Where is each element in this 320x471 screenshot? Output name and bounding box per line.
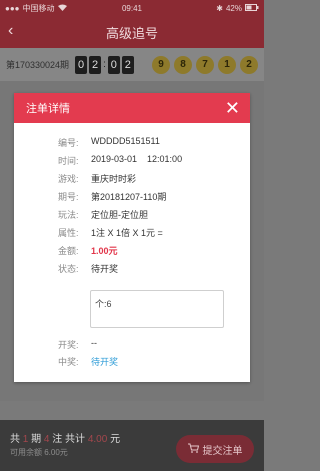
field-label: 状态: (58, 264, 79, 274)
field-attribute: 属性: 1注 X 1倍 X 1元 = (14, 223, 250, 241)
field-label: 期号: (58, 192, 79, 202)
field-value: 1.00元 (91, 246, 118, 256)
number-ball: 2 (240, 55, 258, 74)
detail-fields: 编号: WDDDD5151511 时间: 2019-03-01 12:01:00… (14, 133, 250, 277)
summary-bets: 4 (43, 434, 50, 445)
winning-numbers: 9 8 7 1 2 (152, 55, 258, 74)
number-ball: 8 (174, 55, 192, 74)
field-label: 游戏: (58, 174, 79, 184)
summary-prefix: 共 (10, 434, 20, 445)
number-ball: 9 (152, 55, 170, 74)
field-order-id: 编号: WDDDD5151511 (14, 133, 250, 151)
countdown-digit: 2 (89, 55, 102, 74)
nav-bar: ‹ 高级追号 (0, 16, 264, 48)
countdown-digit: 0 (107, 55, 120, 74)
field-value: 定位胆-定位胆 (91, 210, 148, 220)
status-bar: ●●● 中国移动 09:41 ✱ 42% (0, 0, 264, 16)
modal-header: 注单详情 ✕ (14, 93, 250, 123)
field-label: 编号: (58, 138, 79, 148)
field-value: 重庆时时彩 (91, 174, 137, 184)
field-value: 待开奖 (91, 357, 119, 367)
number-ball: 7 (196, 55, 214, 74)
available-balance: 可用余额 6.00元 (10, 448, 68, 457)
summary-bets-suffix: 注 共计 (52, 434, 86, 445)
field-win: 中奖: 待开奖 (14, 352, 250, 370)
number-ball: 1 (218, 55, 236, 74)
summary-periods: 1 (22, 434, 29, 445)
summary-periods-suffix: 期 (31, 434, 42, 445)
field-issue: 期号: 第20181207-110期 (14, 187, 250, 205)
submit-order-button[interactable]: 提交注单 (176, 435, 254, 463)
countdown: 0 2 : 0 2 (75, 55, 134, 74)
bet-content-box: 个:6 (90, 290, 224, 328)
field-label: 开奖: (58, 340, 79, 350)
field-draw-result: 开奖: -- (14, 335, 250, 353)
page-title: 高级追号 (105, 25, 158, 41)
cart-icon (187, 443, 199, 456)
field-value: 1注 X 1倍 X 1元 = (91, 228, 163, 238)
field-time: 时间: 2019-03-01 12:01:00 (14, 151, 250, 169)
order-detail-modal: 注单详情 ✕ 编号: WDDDD5151511 时间: 2019-03-01 1… (14, 93, 250, 382)
field-amount: 金额: 1.00元 (14, 241, 250, 259)
status-time: 09:41 (121, 3, 143, 13)
countdown-digit: 2 (121, 55, 134, 74)
field-value: 第20181207-110期 (91, 192, 167, 202)
field-value: 待开奖 (91, 264, 119, 274)
field-label: 中奖: (58, 357, 79, 367)
back-icon[interactable]: ‹ (8, 23, 13, 39)
field-value: 2019-03-01 12:01:00 (91, 154, 183, 164)
field-label: 属性: (58, 228, 79, 238)
submit-label: 提交注单 (202, 445, 243, 457)
field-label: 时间: (58, 156, 79, 166)
field-value: -- (91, 338, 97, 348)
field-label: 玩法: (58, 210, 79, 220)
modal-title: 注单详情 (26, 103, 70, 115)
countdown-digit: 0 (75, 55, 88, 74)
summary-amount-suffix: 元 (110, 434, 121, 445)
field-value: WDDDD5151511 (91, 136, 160, 146)
field-play: 玩法: 定位胆-定位胆 (14, 205, 250, 223)
draw-info-bar: 第170330024期 0 2 : 0 2 9 8 7 1 2 (0, 48, 264, 81)
field-label: 金额: (58, 246, 79, 256)
countdown-separator: : (103, 59, 106, 70)
field-status: 状态: 待开奖 (14, 259, 250, 277)
close-icon[interactable]: ✕ (225, 99, 240, 117)
summary-amount: 4.00 (87, 434, 108, 445)
field-game: 游戏: 重庆时时彩 (14, 169, 250, 187)
bet-summary: 共 1 期 4 注 共计 4.00 元 (10, 430, 120, 445)
draw-issue: 第170330024期 (6, 60, 70, 70)
